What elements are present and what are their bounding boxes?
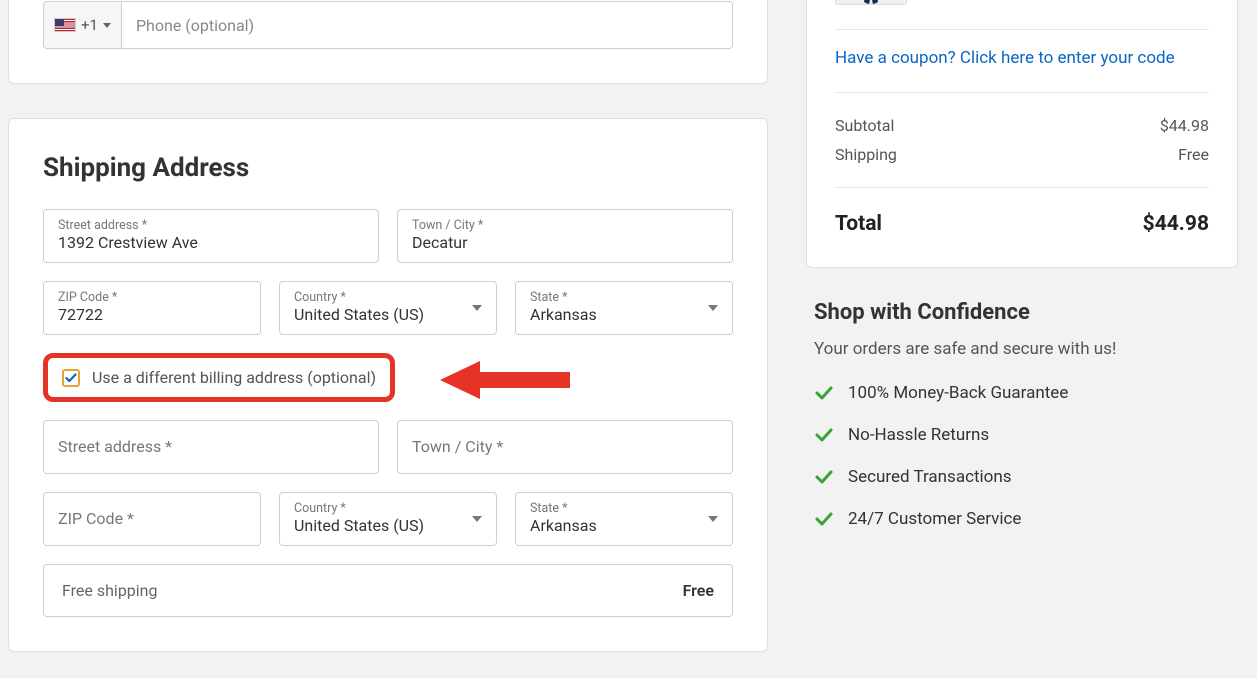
- shipping-title: Shipping Address: [43, 153, 733, 183]
- billing-zip-input[interactable]: [58, 509, 246, 530]
- billing-toggle-highlight: Use a different billing address (optiona…: [43, 353, 733, 402]
- shipping-country-label: Country *: [294, 290, 482, 305]
- confidence-bullet: No-Hassle Returns: [814, 425, 1230, 445]
- chevron-down-icon: [472, 516, 482, 522]
- check-icon: [814, 425, 834, 445]
- phone-input[interactable]: [121, 1, 733, 49]
- billing-city-input[interactable]: [412, 437, 718, 458]
- shipping-method-row[interactable]: Free shipping Free: [43, 564, 733, 617]
- flag-us-icon: [54, 18, 76, 32]
- shipping-zip-label: ZIP Code *: [58, 290, 246, 305]
- confidence-title: Shop with Confidence: [814, 300, 1230, 325]
- cart-item: - 1 +: [835, 0, 1209, 5]
- shipping-label: Shipping: [835, 145, 897, 164]
- divider: [835, 29, 1209, 30]
- shipping-card: Shipping Address Street address * Town /…: [8, 118, 768, 652]
- shipping-country-value: United States (US): [294, 305, 482, 326]
- phone-dial-code: +1: [81, 16, 98, 34]
- confidence-bullet: Secured Transactions: [814, 467, 1230, 487]
- annotation-arrow-icon: [435, 357, 575, 403]
- billing-street-input[interactable]: [58, 437, 364, 458]
- product-thumbnail: [835, 0, 907, 5]
- confidence-bullet-text: Secured Transactions: [848, 467, 1012, 487]
- shipping-state-label: State *: [530, 290, 718, 305]
- order-totals: Subtotal $44.98 Shipping Free Total $44.…: [835, 111, 1209, 241]
- billing-country-label: Country *: [294, 501, 482, 516]
- billing-city-field[interactable]: [397, 420, 733, 474]
- phone-country-selector[interactable]: +1: [43, 1, 121, 49]
- check-icon: [814, 509, 834, 529]
- shipping-city-input[interactable]: [412, 233, 718, 254]
- shipping-state-value: Arkansas: [530, 305, 718, 326]
- billing-zip-field[interactable]: [43, 492, 261, 546]
- divider: [835, 187, 1209, 188]
- order-summary-card: - 1 + Have a coupon? Click here to enter…: [806, 0, 1238, 268]
- billing-state-label: State *: [530, 501, 718, 516]
- confidence-bullet: 100% Money-Back Guarantee: [814, 383, 1230, 403]
- shipping-street-field[interactable]: Street address *: [43, 209, 379, 263]
- shipping-zip-field[interactable]: ZIP Code *: [43, 281, 261, 335]
- confidence-section: Shop with Confidence Your orders are saf…: [806, 268, 1238, 529]
- chevron-down-icon: [103, 23, 111, 28]
- chevron-down-icon: [708, 516, 718, 522]
- total-label: Total: [835, 212, 882, 236]
- confidence-bullet-text: 100% Money-Back Guarantee: [848, 383, 1068, 403]
- chevron-down-icon: [708, 305, 718, 311]
- shipping-value: Free: [1178, 145, 1209, 164]
- check-icon: [814, 467, 834, 487]
- shipping-street-label: Street address *: [58, 218, 364, 233]
- contact-card: +1: [8, 0, 768, 84]
- confidence-subtitle: Your orders are safe and secure with us!: [814, 339, 1230, 359]
- shipping-country-select[interactable]: Country * United States (US): [279, 281, 497, 335]
- check-icon: [814, 383, 834, 403]
- confidence-bullet: 24/7 Customer Service: [814, 509, 1230, 529]
- chevron-down-icon: [472, 305, 482, 311]
- billing-country-select[interactable]: Country * United States (US): [279, 492, 497, 546]
- subtotal-value: $44.98: [1160, 116, 1209, 135]
- shipping-city-label: Town / City *: [412, 218, 718, 233]
- billing-street-field[interactable]: [43, 420, 379, 474]
- check-icon: [65, 372, 77, 384]
- confidence-bullet-text: 24/7 Customer Service: [848, 509, 1021, 529]
- subtotal-label: Subtotal: [835, 116, 894, 135]
- billing-state-select[interactable]: State * Arkansas: [515, 492, 733, 546]
- shipping-method-label: Free shipping: [62, 581, 158, 600]
- diff-billing-checkbox[interactable]: [62, 369, 80, 387]
- diff-billing-label: Use a different billing address (optiona…: [92, 368, 376, 387]
- coupon-link[interactable]: Have a coupon? Click here to enter your …: [835, 48, 1175, 68]
- total-value: $44.98: [1143, 212, 1209, 236]
- shipping-state-select[interactable]: State * Arkansas: [515, 281, 733, 335]
- shipping-city-field[interactable]: Town / City *: [397, 209, 733, 263]
- billing-country-value: United States (US): [294, 516, 482, 537]
- shipping-method-price: Free: [683, 581, 714, 600]
- shipping-zip-input[interactable]: [58, 305, 246, 326]
- confidence-bullet-text: No-Hassle Returns: [848, 425, 989, 445]
- divider: [835, 92, 1209, 93]
- billing-state-value: Arkansas: [530, 516, 718, 537]
- shipping-street-input[interactable]: [58, 233, 364, 254]
